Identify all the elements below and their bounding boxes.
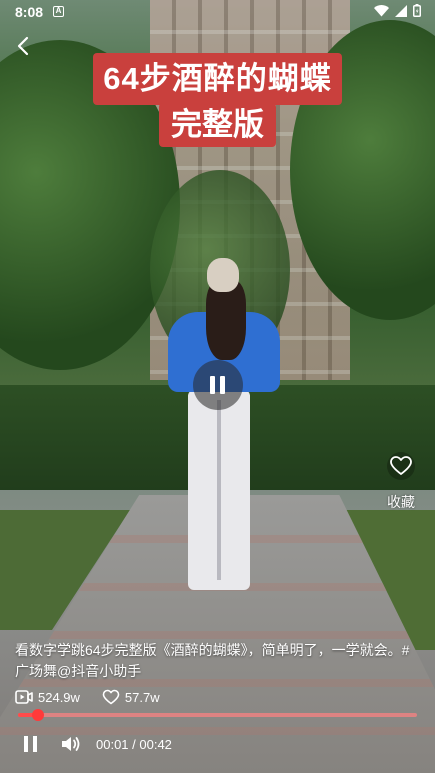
view-count-value: 524.9w xyxy=(38,689,80,705)
time-display: 00:01 / 00:42 xyxy=(96,736,172,752)
cellular-signal-icon xyxy=(395,4,407,17)
pause-icon xyxy=(210,376,215,394)
view-count: 524.9w xyxy=(15,690,80,705)
pause-icon xyxy=(24,736,28,752)
dancer-head xyxy=(207,258,239,292)
video-play-count-icon xyxy=(15,690,33,704)
favorite-button[interactable]: 收藏 xyxy=(381,452,421,512)
chevron-left-icon xyxy=(17,36,29,56)
pause-icon xyxy=(33,736,37,752)
video-stats: 524.9w 57.7w xyxy=(15,689,182,705)
volume-button[interactable] xyxy=(60,733,82,755)
video-title-banner: 64步酒醉的蝴蝶 完整版 xyxy=(93,53,342,147)
notification-icon: A xyxy=(53,6,64,17)
progress-bar[interactable] xyxy=(18,709,417,721)
like-count-value: 57.7w xyxy=(124,689,160,705)
heart-outline-icon xyxy=(102,689,120,705)
favorite-label: 收藏 xyxy=(387,494,415,510)
like-count: 57.7w xyxy=(102,689,160,705)
video-screen: 64步酒醉的蝴蝶 完整版 8:08 A 收藏 看数字学跳64步完整版《酒醉的蝴蝶… xyxy=(0,0,435,773)
video-title-line2: 完整版 xyxy=(159,103,276,147)
heart-outline-icon xyxy=(387,452,415,480)
wifi-icon xyxy=(374,4,389,16)
player-controls: 00:01 / 00:42 xyxy=(20,733,172,755)
video-title-line1: 64步酒醉的蝴蝶 xyxy=(93,53,342,105)
progress-knob[interactable] xyxy=(31,709,44,721)
pause-button[interactable] xyxy=(20,733,42,755)
status-bar: 8:08 A xyxy=(0,0,435,24)
back-button[interactable] xyxy=(12,34,36,58)
status-time: 8:08 xyxy=(15,4,44,20)
status-icons xyxy=(374,4,421,17)
center-pause-button[interactable] xyxy=(193,360,243,410)
dancer-legs xyxy=(188,390,250,590)
speaker-volume-icon xyxy=(62,737,80,751)
battery-icon xyxy=(413,4,421,17)
dancer-hair xyxy=(206,280,246,360)
video-description[interactable]: 看数字学跳64步完整版《酒醉的蝴蝶》，简单明了，一学就会。#广场舞@抖音小助手 xyxy=(15,640,420,682)
pause-icon xyxy=(220,376,225,394)
